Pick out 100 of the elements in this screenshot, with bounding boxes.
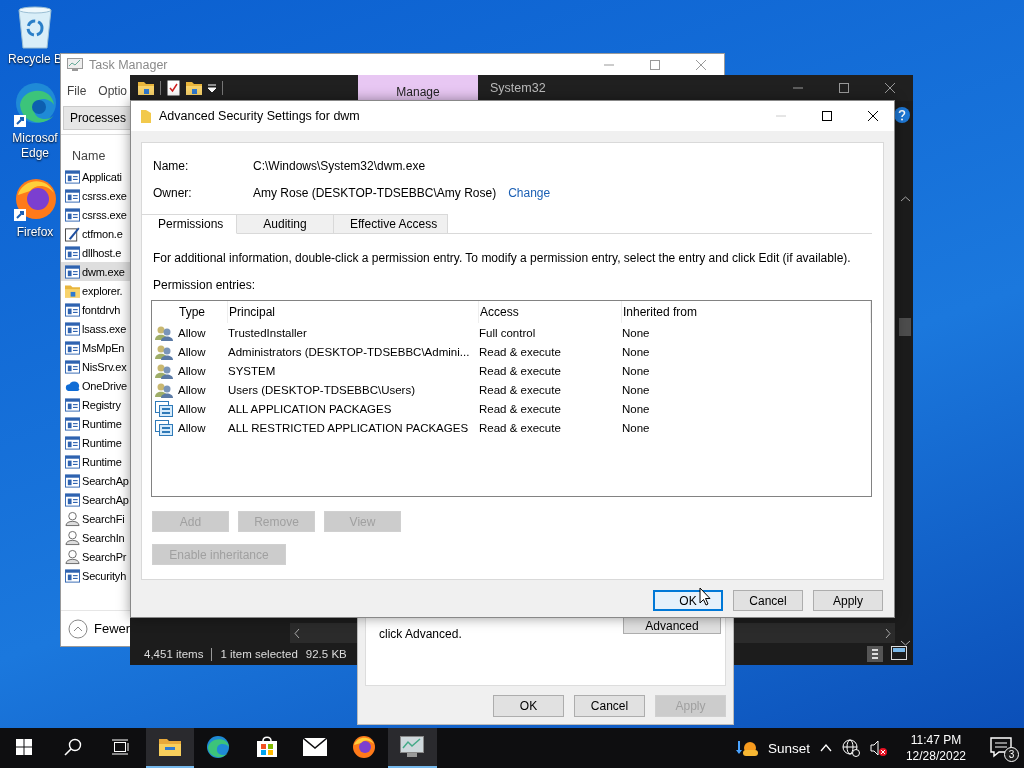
edge-icon[interactable] — [206, 735, 231, 759]
process-row[interactable]: csrss.exe — [61, 205, 130, 224]
permission-row[interactable]: Allow Users (DESKTOP-TDSEBBC\Users) Read & execute None — [152, 380, 871, 399]
search-icon[interactable] — [63, 738, 82, 756]
notification-badge: 3 — [1004, 747, 1019, 762]
scroll-left-icon[interactable] — [294, 628, 300, 638]
window-icon — [65, 207, 80, 222]
dialog-button[interactable]: Cancel — [733, 590, 803, 611]
tab[interactable]: Auditing — [237, 214, 334, 234]
weather-icon[interactable] — [735, 739, 758, 757]
tiles-view-icon[interactable] — [891, 646, 907, 660]
owner-name: Amy Rose (DESKTOP-TDSEBBC\Amy Rose) — [253, 186, 497, 200]
folder-icon — [141, 109, 151, 123]
close-icon[interactable] — [868, 111, 878, 121]
process-row[interactable]: NisSrv.ex — [61, 357, 130, 376]
windows-logo-icon[interactable] — [16, 739, 33, 755]
window-icon — [65, 245, 80, 260]
user-icon — [65, 529, 80, 546]
process-row[interactable]: ctfmon.e — [61, 224, 130, 243]
permission-row[interactable]: Allow TrustedInstaller Full control None — [152, 323, 871, 342]
process-row[interactable]: lsass.exe — [61, 319, 130, 338]
dialog-button[interactable]: Apply — [813, 590, 883, 611]
scroll-right-icon[interactable] — [885, 628, 891, 638]
process-row[interactable]: Runtime — [61, 452, 130, 471]
edge-icon[interactable] — [12, 81, 58, 129]
window-title: Task Manager — [89, 58, 168, 72]
process-row[interactable]: Securityh — [61, 566, 130, 585]
help-icon[interactable] — [894, 107, 910, 123]
column-header[interactable]: Type — [178, 301, 228, 323]
process-row[interactable]: dwm.exe — [61, 262, 130, 281]
firefox-icon[interactable] — [351, 735, 376, 759]
process-row[interactable]: Runtime — [61, 433, 130, 452]
fewer-details-link[interactable]: Fewer — [94, 621, 131, 636]
permission-row[interactable]: Allow SYSTEM Read & execute None — [152, 361, 871, 380]
scroll-up-icon[interactable] — [900, 196, 910, 202]
envelope-icon[interactable] — [303, 738, 328, 756]
permission-row[interactable]: Allow ALL APPLICATION PACKAGES Read & execute None — [152, 399, 871, 418]
window-icon — [65, 416, 80, 431]
status-text: 4,451 items — [144, 648, 204, 660]
status-text: 92.5 KB — [305, 648, 347, 660]
process-row[interactable]: OneDrive — [61, 376, 130, 395]
package-icon — [155, 419, 173, 436]
task-view-icon[interactable] — [112, 739, 131, 755]
process-row[interactable]: Registry — [61, 395, 130, 414]
maximize-icon[interactable] — [839, 83, 849, 93]
process-row[interactable]: SearchAp — [61, 490, 130, 509]
notification-icon[interactable] — [990, 736, 1012, 758]
muted-speaker-icon[interactable] — [869, 739, 888, 757]
menu-item[interactable]: Optio — [98, 84, 128, 98]
menu-item[interactable]: File — [67, 84, 87, 98]
cloud-icon — [65, 379, 80, 392]
column-header[interactable]: Principal — [228, 301, 479, 323]
file-path: C:\Windows\System32\dwm.exe — [253, 159, 427, 173]
process-row[interactable]: MsMpEn — [61, 338, 130, 357]
icon-label[interactable]: Firefox — [6, 225, 64, 240]
advanced-button[interactable]: Advanced — [623, 618, 721, 634]
dialog-button[interactable]: OK — [653, 590, 723, 611]
hint-text: click Advanced. — [379, 627, 462, 641]
folder-icon[interactable] — [158, 738, 181, 756]
process-row[interactable]: SearchFi — [61, 509, 130, 528]
process-row[interactable]: Runtime — [61, 414, 130, 433]
process-row[interactable]: csrss.exe — [61, 186, 130, 205]
clock-time[interactable]: 11:47 PM — [910, 732, 962, 748]
tab[interactable]: Permissions — [142, 214, 237, 234]
permission-row[interactable]: Allow Administrators (DESKTOP-TDSEBBC\Admini... Read & execute None — [152, 342, 871, 361]
details-view-icon[interactable] — [867, 646, 883, 662]
monitor-icon[interactable] — [400, 736, 425, 758]
window-icon — [65, 454, 80, 469]
column-header[interactable]: Name — [72, 149, 106, 163]
scroll-down-icon[interactable] — [900, 640, 910, 646]
close-icon[interactable] — [885, 83, 895, 93]
tab[interactable]: Effective Access — [334, 214, 449, 234]
scrollbar-thumb[interactable] — [899, 318, 911, 336]
permission-row[interactable]: Allow ALL RESTRICTED APPLICATION PACKAGES Read & execute None — [152, 418, 871, 437]
globe-icon[interactable] — [841, 739, 860, 757]
process-row[interactable]: Applicati — [61, 167, 130, 186]
process-row[interactable]: explorer. — [61, 281, 130, 300]
users-icon — [155, 324, 173, 341]
dialog-button[interactable]: OK — [493, 695, 564, 717]
dialog-button[interactable]: Cancel — [574, 695, 645, 717]
maximize-icon[interactable] — [822, 111, 832, 121]
dropdown-icon[interactable] — [208, 84, 216, 92]
process-row[interactable]: fontdrvh — [61, 300, 130, 319]
taskbar-button[interactable] — [388, 728, 437, 768]
recycle-bin-icon[interactable] — [15, 6, 55, 50]
icon-label[interactable]: Microsof Edge — [6, 131, 64, 161]
weather-text[interactable]: Sunset — [767, 740, 810, 756]
column-header[interactable]: Access — [479, 301, 622, 323]
ribbon-tab[interactable]: Manage — [358, 75, 478, 101]
process-row[interactable]: dllhost.e — [61, 243, 130, 262]
column-header[interactable]: Inherited from — [622, 301, 871, 323]
process-row[interactable]: SearchIn — [61, 528, 130, 547]
properties-icon[interactable] — [167, 80, 180, 96]
clock-date[interactable]: 12/28/2022 — [905, 748, 966, 764]
taskbar-button[interactable] — [145, 728, 194, 768]
process-row[interactable]: SearchPr — [61, 547, 130, 566]
process-row[interactable]: SearchAp — [61, 471, 130, 490]
change-link[interactable]: Change — [508, 186, 551, 200]
shopping-bag-icon[interactable] — [255, 736, 278, 758]
window-icon — [65, 359, 80, 374]
